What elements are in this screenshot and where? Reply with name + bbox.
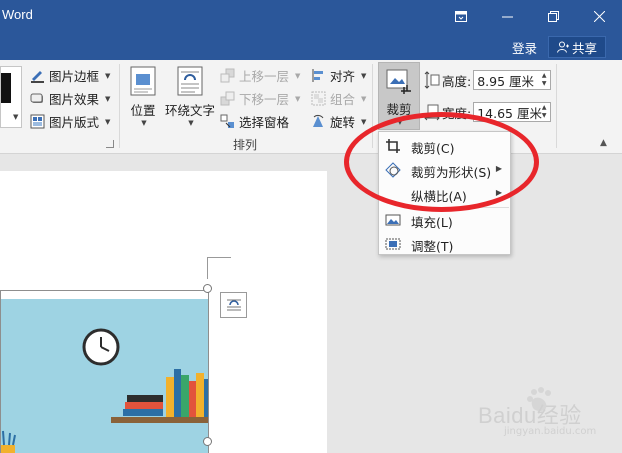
- align-button[interactable]: 对齐 ▼: [311, 66, 366, 85]
- selection-pane-label: 选择窗格: [239, 115, 290, 130]
- picture-effects-label: 图片效果: [49, 92, 100, 107]
- layout-options-button[interactable]: [220, 292, 247, 318]
- height-icon: [424, 71, 440, 89]
- annotation-ellipse: [344, 112, 539, 212]
- position-button[interactable]: 位置 ▼: [126, 66, 160, 127]
- watermark-url: jingyan.baidu.com: [504, 426, 597, 437]
- effects-icon: [30, 93, 43, 103]
- login-link[interactable]: 登录: [512, 38, 537, 57]
- style-swatch: [1, 73, 11, 103]
- pen-border-icon: [31, 71, 44, 83]
- send-backward-button[interactable]: 下移一层 ▼: [220, 89, 300, 108]
- close-icon: [593, 10, 605, 22]
- chevron-down-icon: ▼: [295, 94, 301, 103]
- group-divider: [556, 64, 557, 148]
- height-label: 高度:: [442, 73, 472, 89]
- chevron-down-icon: ▼: [361, 117, 367, 126]
- picture-effects-button[interactable]: 图片效果 ▼: [30, 89, 110, 108]
- bring-forward-button[interactable]: 上移一层 ▼: [220, 66, 300, 85]
- close-button[interactable]: [576, 0, 622, 32]
- shelf: [111, 417, 208, 423]
- send-backward-icon: [220, 91, 235, 106]
- wrap-text-label: 环绕文字: [164, 103, 215, 118]
- picture-layout-label: 图片版式: [49, 115, 100, 130]
- picture-layout-icon: [30, 114, 45, 129]
- picture-border-label: 图片边框: [49, 69, 100, 84]
- selected-picture[interactable]: [0, 290, 209, 453]
- ribbon-display-options-button[interactable]: [438, 0, 484, 32]
- menu-item-label: 填充(L): [411, 215, 453, 230]
- collapse-ribbon-icon[interactable]: ▲: [600, 138, 607, 148]
- gallery-more-icon[interactable]: ▼: [13, 113, 18, 121]
- height-input[interactable]: 8.95 厘米 ▲ ▼: [473, 70, 552, 90]
- wrap-text-button[interactable]: 环绕文字 ▼: [164, 66, 216, 127]
- arrange-group-title: 排列: [233, 138, 258, 152]
- selection-pane-icon: [220, 114, 234, 128]
- person-icon: [556, 41, 569, 53]
- restore-button[interactable]: [530, 0, 576, 32]
- document-page[interactable]: [0, 171, 327, 453]
- spin-up-icon[interactable]: ▲: [542, 72, 547, 80]
- bring-forward-label: 上移一层: [239, 69, 290, 84]
- crop-image-icon: [386, 69, 411, 94]
- layout-options-icon: [226, 299, 241, 311]
- minimize-button[interactable]: [484, 0, 530, 32]
- group-label: 组合: [330, 92, 356, 107]
- chevron-down-icon: ▼: [105, 117, 111, 126]
- chevron-down-icon: ▼: [361, 94, 367, 103]
- chevron-down-icon: ▼: [105, 94, 111, 103]
- fit-icon: [385, 238, 401, 250]
- chevron-down-icon: ▼: [361, 71, 367, 80]
- align-icon: [312, 69, 323, 82]
- fill-icon: [385, 214, 401, 226]
- share-label: 共享: [571, 40, 597, 56]
- menu-item-label: 调整(T): [411, 239, 454, 254]
- resize-handle[interactable]: [203, 437, 212, 446]
- spin-down-icon[interactable]: ▼: [542, 80, 547, 88]
- height-row: 高度: 8.95 厘米 ▲ ▼: [424, 70, 552, 90]
- margin-mark: [207, 257, 231, 258]
- restore-icon: [547, 10, 559, 22]
- spin-up-icon[interactable]: ▲: [542, 104, 547, 112]
- picture-content: [1, 299, 208, 453]
- width-spinner[interactable]: ▲ ▼: [538, 103, 550, 121]
- account-bar: 登录 共享: [0, 32, 622, 60]
- group-button[interactable]: 组合 ▼: [311, 89, 366, 108]
- group-icon: [311, 91, 326, 106]
- ribbon-display-icon: [455, 10, 467, 22]
- share-button[interactable]: 共享: [548, 36, 606, 58]
- position-label: 位置: [130, 103, 156, 118]
- baidu-watermark: Baidu经验 jingyan.baidu.com: [478, 386, 618, 442]
- chevron-down-icon: ▼: [141, 119, 147, 127]
- app-title: Word: [2, 7, 33, 22]
- title-bar: Word: [0, 0, 622, 32]
- height-value: 8.95 厘米: [477, 73, 535, 89]
- align-label: 对齐: [330, 69, 356, 84]
- rotate-label: 旋转: [330, 115, 356, 130]
- send-backward-label: 下移一层: [239, 92, 290, 107]
- classroom-illustration: [1, 328, 208, 453]
- height-spinner[interactable]: ▲ ▼: [538, 71, 550, 89]
- picture-style-gallery[interactable]: ▼: [0, 66, 22, 128]
- minimize-icon: [501, 16, 513, 17]
- rotate-icon: [313, 114, 324, 127]
- picture-layout-button[interactable]: 图片版式 ▼: [30, 112, 110, 131]
- group-divider: [119, 64, 120, 148]
- chevron-down-icon: ▼: [105, 71, 111, 80]
- bring-forward-icon: [220, 68, 235, 83]
- selection-pane-button[interactable]: 选择窗格: [220, 112, 289, 131]
- spin-down-icon[interactable]: ▼: [542, 112, 547, 120]
- menu-item-fit[interactable]: 调整(T): [379, 232, 510, 256]
- position-icon: [130, 66, 156, 96]
- margin-mark: [207, 257, 208, 279]
- rotate-button[interactable]: 旋转 ▼: [311, 112, 366, 131]
- picture-styles-dialog-launcher[interactable]: [106, 140, 114, 148]
- resize-handle[interactable]: [203, 284, 212, 293]
- chevron-down-icon: ▼: [295, 71, 301, 80]
- picture-border-button[interactable]: 图片边框 ▼: [30, 66, 110, 85]
- chevron-down-icon: ▼: [188, 119, 194, 127]
- wrap-text-icon: [177, 66, 203, 96]
